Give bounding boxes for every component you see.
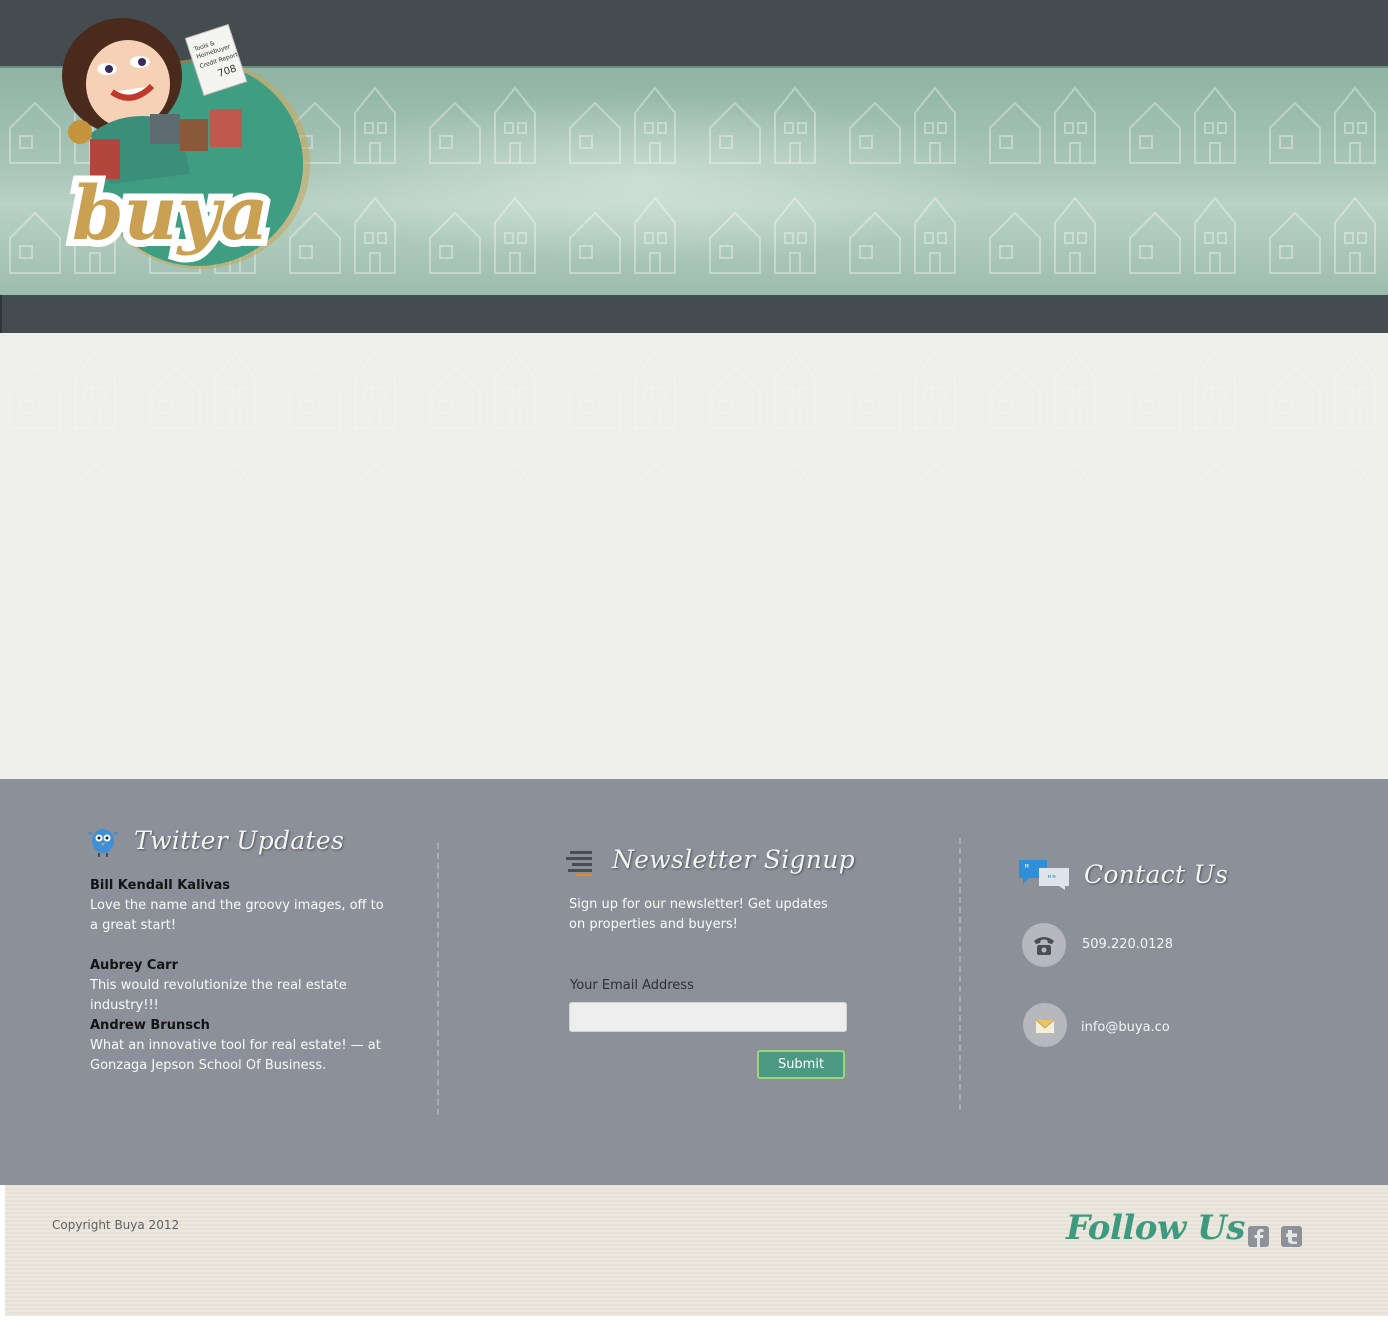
tweet-author[interactable]: Aubrey Carr [90,956,390,976]
newsletter-signup-title: Newsletter Signup [612,845,855,874]
twitter-icon[interactable] [1281,1226,1302,1247]
copyright-text: Copyright Buya 2012 [52,1218,180,1232]
tweet-item: Andrew Brunsch What an innovative tool f… [90,1016,390,1076]
house-pattern-faded [0,333,1388,483]
email-label: Your Email Address [570,978,694,993]
phone-icon [1022,923,1066,967]
tweet-text: This would revolutionize the real estate… [90,978,347,1013]
svg-text:"": "" [1047,874,1056,885]
logo-text: buya [72,171,269,257]
newsletter-description: Sign up for our newsletter! Get updates … [569,897,828,932]
contact-email[interactable]: info@buya.co [1081,1020,1170,1035]
bottom-bar [5,1185,1388,1316]
tweet-text: Love the name and the groovy images, off… [90,898,384,933]
envelope-icon [1023,1003,1067,1047]
tweet-item: Bill Kendall Kalivas Love the name and t… [90,876,390,936]
twitter-updates-title: Twitter Updates [134,826,345,855]
speech-bubbles-icon: " "" [1019,860,1069,890]
newsletter-icon [566,851,592,876]
tweet-item: Aubrey Carr This would revolutionize the… [90,956,390,1016]
follow-us-heading: Follow Us [1066,1208,1245,1248]
main-content [0,333,1388,779]
submit-button[interactable]: Submit [757,1050,845,1079]
buya-logo[interactable]: Tools & Homebuyer Credit Report 708 buya… [50,14,312,272]
svg-text:": " [1024,862,1030,876]
column-divider [959,838,961,1110]
nav-bar [0,295,1388,333]
tweet-text: What an innovative tool for real estate!… [90,1038,381,1073]
tweet-author[interactable]: Bill Kendall Kalivas [90,876,390,896]
column-divider [437,843,439,1115]
contact-phone[interactable]: 509.220.0128 [1082,937,1173,952]
tweet-author[interactable]: Andrew Brunsch [90,1016,390,1036]
twitter-bird-icon [86,829,120,857]
email-input[interactable] [569,1002,847,1032]
contact-us-title: Contact Us [1084,860,1229,889]
facebook-icon[interactable] [1248,1226,1269,1247]
